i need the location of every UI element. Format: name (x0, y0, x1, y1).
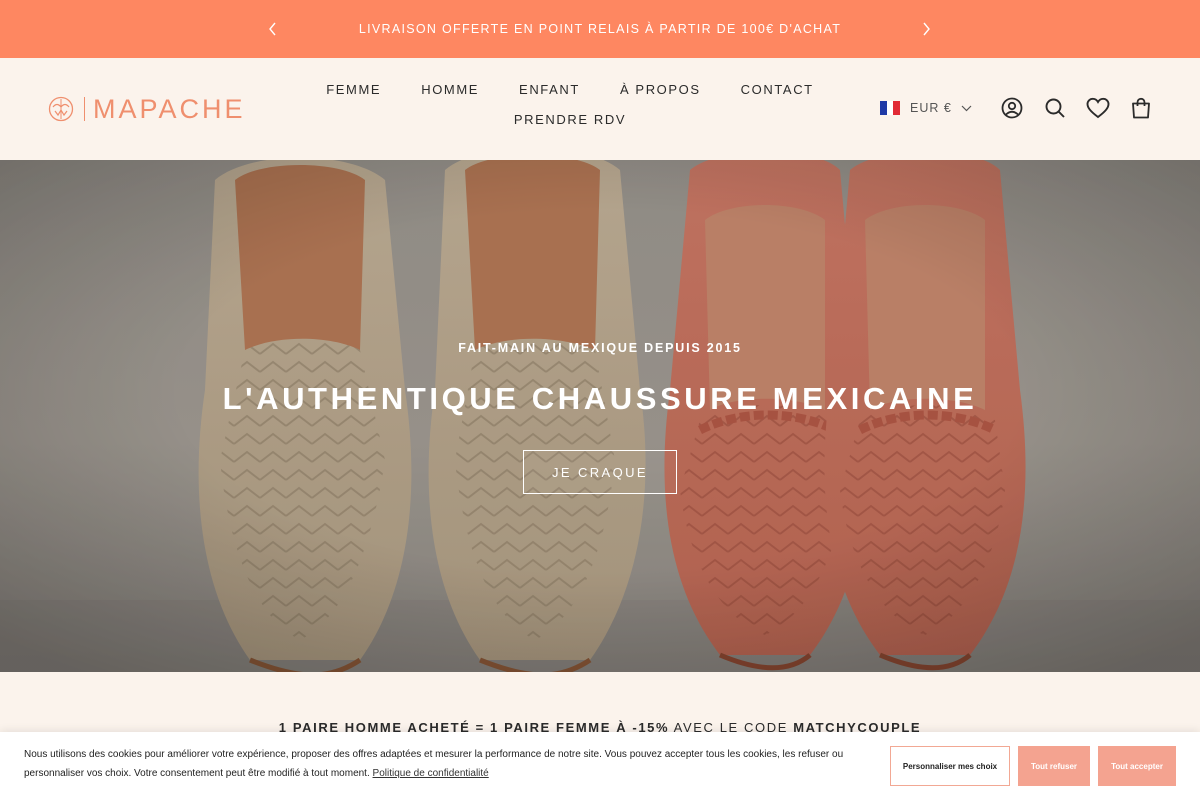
chevron-right-icon (923, 22, 930, 36)
hero-title: L'AUTHENTIQUE CHAUSSURE MEXICAINE (222, 381, 978, 416)
account-icon (1001, 97, 1023, 119)
refuse-cookies-button[interactable]: Tout refuser (1018, 746, 1090, 786)
chevron-left-icon (269, 22, 276, 36)
nav-item-contact[interactable]: CONTACT (741, 82, 814, 98)
cookie-banner: Nous utilisons des cookies pour améliore… (0, 732, 1200, 800)
announcement-next-button[interactable] (916, 19, 936, 39)
announcement-text: LIVRAISON OFFERTE EN POINT RELAIS À PART… (358, 22, 842, 36)
site-header: MAPACHE FEMME HOMME ENFANT À PROPOS CONT… (0, 58, 1200, 160)
nav-item-prendre-rdv[interactable]: PRENDRE RDV (514, 112, 626, 128)
hero-cta-button[interactable]: JE CRAQUE (523, 450, 677, 494)
hero-banner: FAIT-MAIN AU MEXIQUE DEPUIS 2015 L'AUTHE… (0, 160, 1200, 672)
cart-button[interactable] (1129, 96, 1153, 120)
nav-item-enfant[interactable]: ENFANT (519, 82, 580, 98)
currency-selector[interactable]: EUR € (880, 101, 972, 115)
logo-text: MAPACHE (93, 94, 246, 124)
logo-divider (84, 97, 85, 121)
announcement-prev-button[interactable] (263, 19, 283, 39)
cart-bag-icon (1132, 97, 1150, 119)
main-nav: FEMME HOMME ENFANT À PROPOS CONTACT PREN… (300, 82, 840, 128)
privacy-policy-link[interactable]: Politique de confidentialité (373, 768, 489, 779)
france-flag-icon (880, 101, 901, 115)
customize-cookies-button[interactable]: Personnaliser mes choix (890, 746, 1010, 786)
nav-item-homme[interactable]: HOMME (421, 82, 479, 98)
hero-subtitle: FAIT-MAIN AU MEXIQUE DEPUIS 2015 (458, 341, 742, 355)
header-actions (1000, 96, 1172, 120)
announcement-bar: LIVRAISON OFFERTE EN POINT RELAIS À PART… (0, 0, 1200, 58)
search-icon (1045, 98, 1065, 118)
account-button[interactable] (1000, 96, 1024, 120)
wishlist-button[interactable] (1086, 96, 1110, 120)
nav-item-femme[interactable]: FEMME (326, 82, 381, 98)
logo-mark-icon (48, 96, 74, 122)
currency-label: EUR € (910, 101, 952, 115)
search-button[interactable] (1043, 96, 1067, 120)
wishlist-heart-icon (1086, 97, 1110, 119)
nav-item-a-propos[interactable]: À PROPOS (620, 82, 701, 98)
cookie-message: Nous utilisons des cookies pour améliore… (24, 745, 864, 783)
logo[interactable]: MAPACHE (48, 94, 246, 124)
chevron-down-icon (961, 105, 972, 111)
accept-cookies-button[interactable]: Tout accepter (1098, 746, 1176, 786)
